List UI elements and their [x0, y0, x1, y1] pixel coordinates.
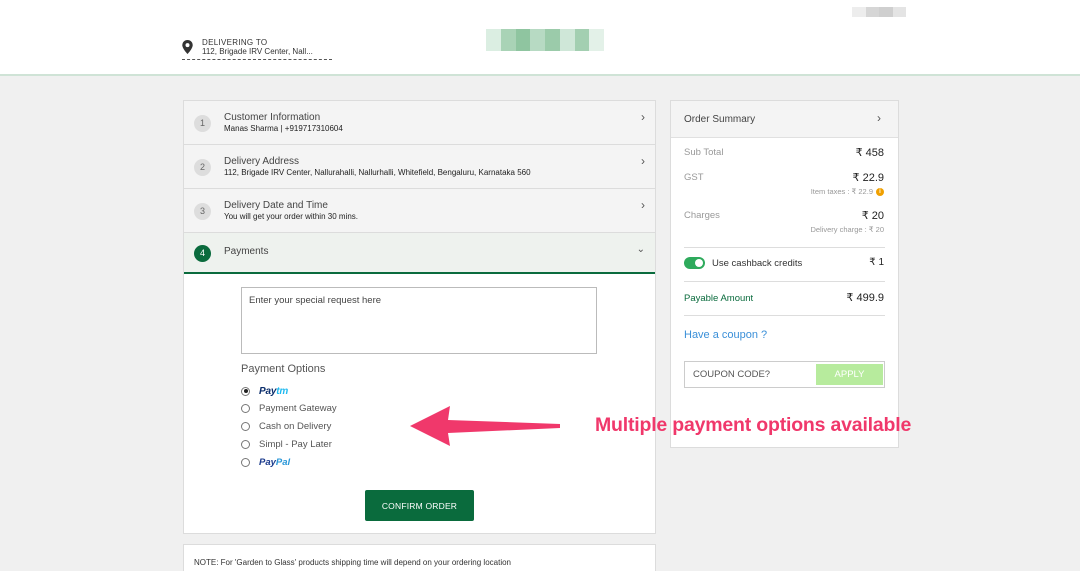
paytm-logo: Paytm	[259, 385, 289, 397]
info-icon[interactable]: i	[876, 188, 884, 197]
payment-option-simpl[interactable]: Simpl - Pay Later	[241, 437, 332, 451]
location-pin-icon	[182, 40, 193, 54]
charges-detail: Delivery charge : ₹ 20	[810, 225, 884, 234]
radio-unselected[interactable]	[241, 403, 250, 413]
delivering-to-label: DELIVERING TO	[202, 38, 268, 47]
account-menu-blurred[interactable]	[852, 7, 906, 17]
apply-coupon-button[interactable]: APPLY	[816, 364, 883, 385]
radio-unselected[interactable]	[241, 457, 250, 467]
step-title: Delivery Date and Time	[224, 200, 328, 211]
confirm-order-button[interactable]: CONFIRM ORDER	[365, 490, 474, 521]
chevron-right-icon: ›	[641, 198, 645, 212]
delivering-address: 112, Brigade IRV Center, Nall...	[202, 47, 313, 56]
option-label: Cash on Delivery	[259, 420, 332, 432]
brand-logo-blurred[interactable]	[486, 29, 604, 51]
step-title: Customer Information	[224, 112, 321, 123]
chevron-right-icon: ›	[641, 110, 645, 124]
shipping-note-text: NOTE: For 'Garden to Glass' products shi…	[194, 558, 511, 567]
payment-option-paypal[interactable]: PayPal	[241, 455, 290, 469]
order-summary-header[interactable]: Order Summary ›	[671, 101, 898, 138]
sub-total-label: Sub Total	[684, 147, 724, 158]
step-subtitle: Manas Sharma | +919717310604	[224, 124, 343, 133]
order-summary-title: Order Summary	[684, 114, 756, 125]
step-payments[interactable]: 4 Payments ⌄	[184, 233, 655, 274]
option-label: Simpl - Pay Later	[259, 438, 332, 450]
step-customer-information[interactable]: 1 Customer Information Manas Sharma | +9…	[184, 101, 655, 145]
gst-detail: Item taxes : ₹ 22.9 i	[811, 187, 884, 197]
cashback-label: Use cashback credits	[712, 258, 803, 269]
annotation-callout: Multiple payment options available	[595, 414, 912, 436]
payable-amount-label: Payable Amount	[684, 293, 754, 304]
gst-label: GST	[684, 172, 704, 183]
top-header: DELIVERING TO 112, Brigade IRV Center, N…	[0, 0, 1080, 76]
step-delivery-date-time[interactable]: 3 Delivery Date and Time You will get yo…	[184, 189, 655, 233]
have-coupon-link[interactable]: Have a coupon ?	[684, 329, 767, 341]
annotation-arrow-icon	[410, 406, 560, 446]
divider	[684, 281, 885, 282]
order-summary-panel: Order Summary › Sub Total ₹ 458 GST ₹ 22…	[670, 100, 899, 448]
step-number: 1	[194, 115, 211, 132]
step-subtitle: 112, Brigade IRV Center, Nallurahalli, N…	[224, 168, 531, 177]
coupon-code-input[interactable]	[685, 362, 815, 387]
radio-unselected[interactable]	[241, 421, 250, 431]
radio-unselected[interactable]	[241, 439, 250, 449]
chevron-right-icon: ›	[641, 154, 645, 168]
chevron-down-icon: ⌄	[636, 244, 645, 255]
payment-option-gateway[interactable]: Payment Gateway	[241, 401, 337, 415]
special-request-field[interactable]	[241, 287, 597, 354]
option-label: Payment Gateway	[259, 402, 337, 414]
checkout-panel: 1 Customer Information Manas Sharma | +9…	[183, 100, 656, 534]
paypal-logo: PayPal	[259, 456, 291, 468]
divider	[684, 315, 885, 316]
gst-value: ₹ 22.9	[852, 172, 884, 184]
step-number: 3	[194, 203, 211, 220]
payment-option-cod[interactable]: Cash on Delivery	[241, 419, 331, 433]
charges-label: Charges	[684, 210, 720, 221]
step-delivery-address[interactable]: 2 Delivery Address 112, Brigade IRV Cent…	[184, 145, 655, 189]
chevron-right-icon: ›	[877, 111, 881, 125]
sub-total-value: ₹ 458	[855, 147, 884, 159]
step-number: 2	[194, 159, 211, 176]
cashback-toggle[interactable]	[684, 257, 705, 269]
step-title: Delivery Address	[224, 156, 300, 167]
shipping-note: NOTE: For 'Garden to Glass' products shi…	[183, 544, 656, 571]
step-title: Payments	[224, 246, 269, 257]
coupon-form: APPLY	[684, 361, 885, 388]
payment-option-paytm[interactable]: Paytm	[241, 384, 288, 398]
payment-options-heading: Payment Options	[241, 363, 326, 375]
radio-selected[interactable]	[241, 386, 250, 396]
charges-value: ₹ 20	[861, 210, 884, 222]
divider	[684, 247, 885, 248]
step-subtitle: You will get your order within 30 mins.	[224, 212, 358, 221]
step-number: 4	[194, 245, 211, 262]
payable-amount-value: ₹ 499.9	[846, 292, 884, 304]
cashback-value: ₹ 1	[869, 257, 884, 268]
delivery-location-selector[interactable]: DELIVERING TO 112, Brigade IRV Center, N…	[182, 37, 332, 60]
